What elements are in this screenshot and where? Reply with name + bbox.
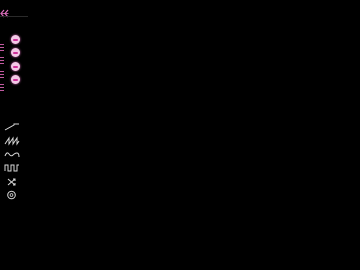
square-wave-button[interactable]	[4, 163, 20, 173]
channel-row	[0, 62, 24, 78]
settings-icon	[7, 190, 16, 200]
channel-row	[0, 48, 24, 64]
channel-toggle[interactable]	[11, 35, 20, 44]
ramp-wave-icon	[4, 123, 19, 131]
collapse-button[interactable]	[0, 3, 9, 18]
header-divider	[0, 16, 28, 17]
channel-row	[0, 75, 24, 91]
channel-toggle[interactable]	[11, 62, 20, 71]
random-shuffle-icon	[7, 178, 16, 186]
app-window	[0, 0, 360, 270]
channel-toggle[interactable]	[11, 48, 20, 57]
square-wave-icon	[4, 164, 19, 172]
sine-wave-icon	[4, 152, 20, 158]
channel-row	[0, 35, 24, 51]
ramp-wave-button[interactable]	[4, 122, 20, 132]
grip-icon[interactable]	[0, 36, 4, 51]
random-button[interactable]	[4, 177, 20, 187]
grip-icon[interactable]	[0, 49, 4, 64]
sawtooth-wave-button[interactable]	[4, 136, 20, 146]
channel-toggle[interactable]	[11, 75, 20, 84]
top-bar	[0, 0, 28, 18]
settings-button[interactable]	[4, 190, 20, 200]
sine-wave-button[interactable]	[4, 150, 20, 160]
grip-icon[interactable]	[0, 76, 4, 91]
sawtooth-wave-icon	[4, 136, 20, 146]
grip-icon[interactable]	[0, 63, 4, 78]
